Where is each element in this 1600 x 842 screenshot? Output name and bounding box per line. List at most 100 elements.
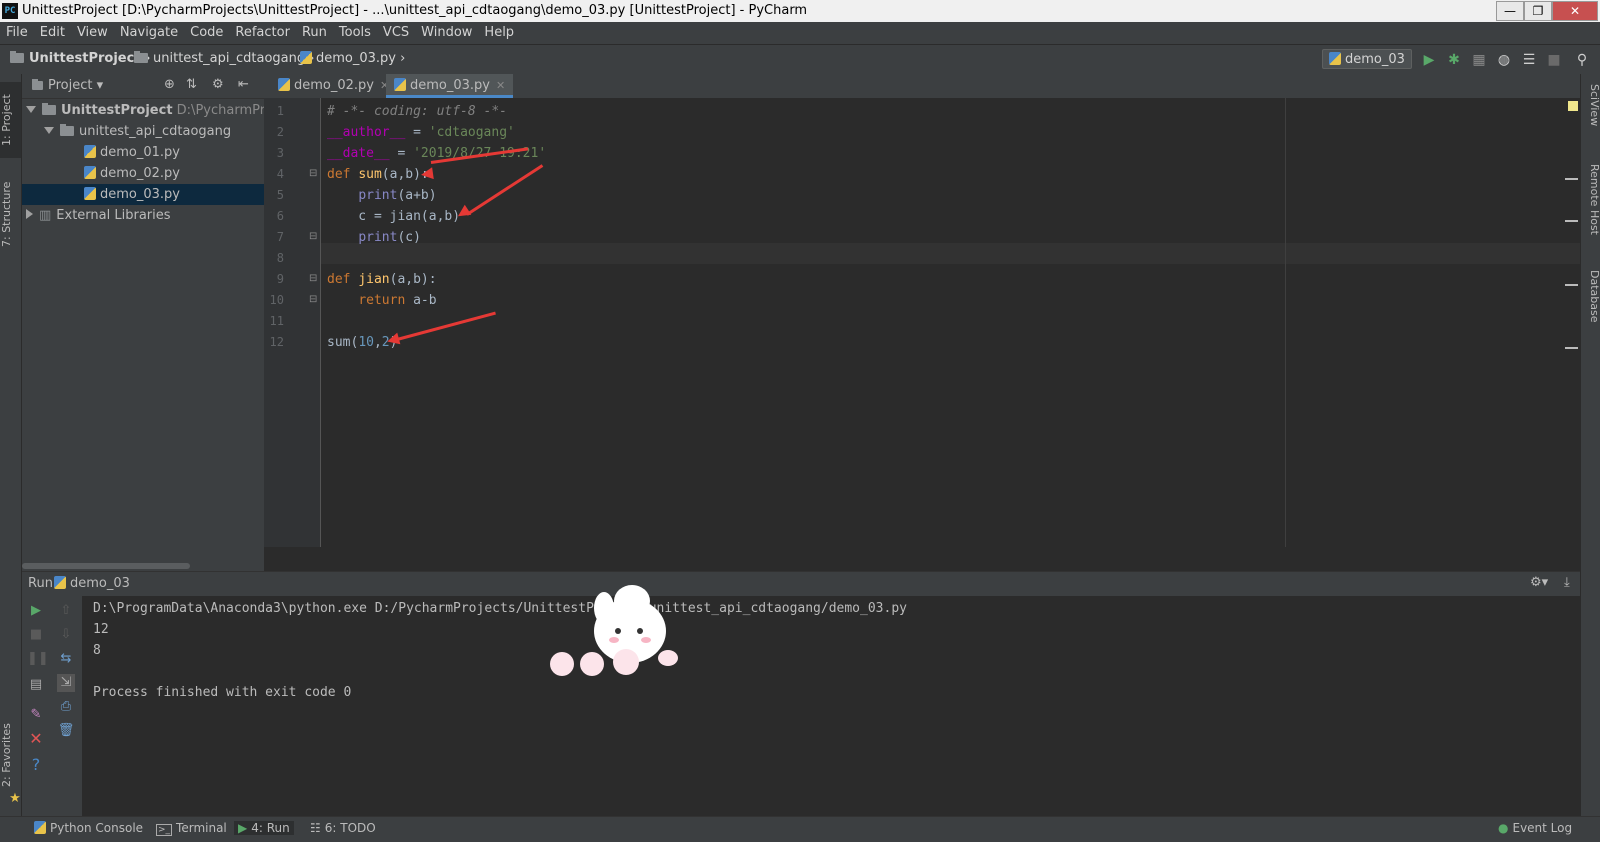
error-stripe-marker[interactable] bbox=[1565, 220, 1578, 222]
breadcrumb-project[interactable]: UnittestProject › bbox=[10, 51, 150, 66]
locate-icon[interactable]: ⊕ bbox=[164, 77, 175, 92]
gear-icon[interactable]: ⚙▾ bbox=[1530, 575, 1548, 590]
tab-demo-03[interactable]: demo_03.py ✕ bbox=[386, 74, 514, 98]
menu-vcs[interactable]: VCS bbox=[377, 22, 415, 44]
menu-tools[interactable]: Tools bbox=[333, 22, 377, 44]
fold-icon[interactable]: ⊟ bbox=[309, 168, 317, 179]
error-stripe-marker[interactable] bbox=[1565, 284, 1578, 286]
menu-file[interactable]: File bbox=[0, 22, 34, 44]
tab-remote-host[interactable]: Remote Host bbox=[1583, 164, 1600, 254]
concurrency-icon[interactable]: ☰ bbox=[1521, 52, 1537, 68]
tree-external-libraries[interactable]: ▥ External Libraries bbox=[22, 205, 268, 226]
caret-row-highlight bbox=[321, 243, 1580, 264]
tab-structure[interactable]: 7: Structure bbox=[0, 172, 21, 256]
code-line: def sum(a,b): bbox=[327, 167, 429, 182]
minimize-button[interactable]: — bbox=[1496, 1, 1524, 21]
collapsed-arrow-icon bbox=[26, 209, 33, 219]
code-editor[interactable]: # -*- coding: utf-8 -*- __author__ = 'cd… bbox=[321, 98, 1580, 547]
run-icon[interactable]: ▶ bbox=[1421, 52, 1437, 68]
down-arrow-icon[interactable]: ⇩ bbox=[57, 626, 75, 644]
menu-window[interactable]: Window bbox=[415, 22, 478, 44]
python-file-icon bbox=[84, 166, 96, 179]
console-line: 12 bbox=[93, 622, 109, 637]
stop-icon[interactable]: ■ bbox=[1546, 52, 1562, 68]
tab-demo-02[interactable]: demo_02.py ✕ bbox=[270, 74, 397, 98]
line-number: 6 bbox=[276, 209, 284, 223]
tab-python-console[interactable]: Python Console bbox=[34, 821, 143, 835]
code-line: __author__ = 'cdtaogang' bbox=[327, 125, 515, 140]
hide-panel-icon[interactable]: ⤓ bbox=[1564, 575, 1570, 590]
tab-sciview[interactable]: SciView bbox=[1583, 84, 1600, 144]
fold-end-icon[interactable]: ⊟ bbox=[309, 294, 317, 305]
line-number: 4 bbox=[276, 167, 284, 181]
project-panel: Project ▾ ⊕ ⇅ ⚙ ⇤ UnittestProject D:\Pyc… bbox=[22, 74, 326, 571]
right-tool-strip: SciView Remote Host Database bbox=[1580, 74, 1600, 816]
python-file-icon bbox=[394, 78, 406, 91]
menu-run[interactable]: Run bbox=[296, 22, 333, 44]
scroll-to-end-icon[interactable]: ⇲ bbox=[57, 674, 75, 692]
up-arrow-icon[interactable]: ⇧ bbox=[57, 602, 75, 620]
tab-todo[interactable]: ☷ 6: TODO bbox=[310, 821, 376, 835]
menu-edit[interactable]: Edit bbox=[34, 22, 71, 44]
hide-panel-icon[interactable]: ⇤ bbox=[238, 77, 249, 92]
folder-icon bbox=[42, 103, 56, 115]
expanded-arrow-icon bbox=[44, 127, 54, 134]
profile-icon[interactable]: ◍ bbox=[1496, 52, 1512, 68]
breadcrumb-folder[interactable]: unittest_api_cdtaogang › bbox=[134, 51, 314, 66]
tab-terminal[interactable]: >_ Terminal bbox=[156, 821, 227, 836]
close-icon[interactable]: ✕ bbox=[27, 730, 45, 748]
tree-root[interactable]: UnittestProject D:\PycharmProjec bbox=[22, 100, 292, 121]
pin-icon[interactable]: ✎ bbox=[27, 706, 45, 724]
inspection-status-icon[interactable] bbox=[1568, 101, 1578, 111]
folder-icon bbox=[60, 124, 74, 136]
tab-favorites[interactable]: 2: Favorites bbox=[0, 710, 21, 800]
menu-refactor[interactable]: Refactor bbox=[229, 22, 296, 44]
tab-project[interactable]: 1: Project bbox=[0, 82, 21, 158]
rerun-icon[interactable]: ▶ bbox=[27, 602, 45, 620]
collapse-all-icon[interactable]: ⇅ bbox=[186, 77, 197, 92]
annotation-arrow bbox=[466, 164, 544, 216]
tab-run[interactable]: ▶ 4: Run bbox=[234, 821, 294, 835]
stop-icon[interactable]: ■ bbox=[27, 626, 45, 644]
pause-icon[interactable]: ❚❚ bbox=[27, 650, 49, 668]
python-file-icon bbox=[54, 576, 66, 589]
left-tool-strip: 1: Project 7: Structure 2: Favorites bbox=[0, 74, 22, 816]
star-icon[interactable]: ★ bbox=[6, 790, 24, 808]
coverage-icon[interactable]: ▦ bbox=[1471, 52, 1487, 68]
search-icon[interactable]: ⚲ bbox=[1574, 52, 1590, 68]
tab-event-log[interactable]: ● Event Log bbox=[1498, 821, 1572, 835]
trash-icon[interactable]: 🗑 bbox=[57, 722, 75, 740]
run-icon: ▶ bbox=[238, 821, 248, 835]
print-icon[interactable]: ⎙ bbox=[57, 698, 75, 716]
run-config-select[interactable]: demo_03 ▾ bbox=[1322, 49, 1412, 87]
run-tab[interactable]: demo_03 bbox=[54, 576, 130, 591]
tree-folder[interactable]: unittest_api_cdtaogang bbox=[22, 121, 286, 142]
pycharm-logo-icon: PC bbox=[2, 3, 18, 19]
breadcrumb-file[interactable]: demo_03.py › bbox=[300, 51, 405, 66]
menu-code[interactable]: Code bbox=[184, 22, 229, 44]
help-icon[interactable]: ? bbox=[27, 756, 45, 774]
gear-icon[interactable]: ⚙ bbox=[212, 77, 224, 92]
editor-tab-bar: demo_02.py ✕ demo_03.py ✕ bbox=[264, 74, 1580, 99]
line-number: 8 bbox=[276, 251, 284, 265]
menu-view[interactable]: View bbox=[71, 22, 114, 44]
error-stripe-marker[interactable] bbox=[1565, 347, 1578, 349]
folder-icon bbox=[134, 51, 148, 63]
tab-database[interactable]: Database bbox=[1583, 270, 1600, 340]
error-stripe-marker[interactable] bbox=[1565, 178, 1578, 180]
fold-icon[interactable]: ⊟ bbox=[309, 273, 317, 284]
menu-navigate[interactable]: Navigate bbox=[114, 22, 184, 44]
soft-wrap-icon[interactable]: ⇆ bbox=[57, 650, 75, 668]
restore-layout-icon[interactable]: ▤ bbox=[27, 676, 45, 694]
project-view-select[interactable]: Project ▾ bbox=[32, 78, 103, 93]
menu-help[interactable]: Help bbox=[478, 22, 520, 44]
code-line: c = jian(a,b) bbox=[327, 209, 461, 224]
close-tab-icon[interactable]: ✕ bbox=[496, 79, 505, 92]
debug-icon[interactable]: ✱ bbox=[1446, 52, 1462, 68]
close-window-button[interactable]: ✕ bbox=[1552, 1, 1598, 21]
bunny-sticker-image bbox=[542, 576, 678, 676]
maximize-button[interactable]: ❐ bbox=[1524, 1, 1552, 21]
fold-end-icon[interactable]: ⊟ bbox=[309, 231, 317, 242]
run-console[interactable]: D:\ProgramData\Anaconda3\python.exe D:/P… bbox=[82, 585, 1580, 816]
horizontal-scrollbar[interactable] bbox=[22, 563, 190, 569]
